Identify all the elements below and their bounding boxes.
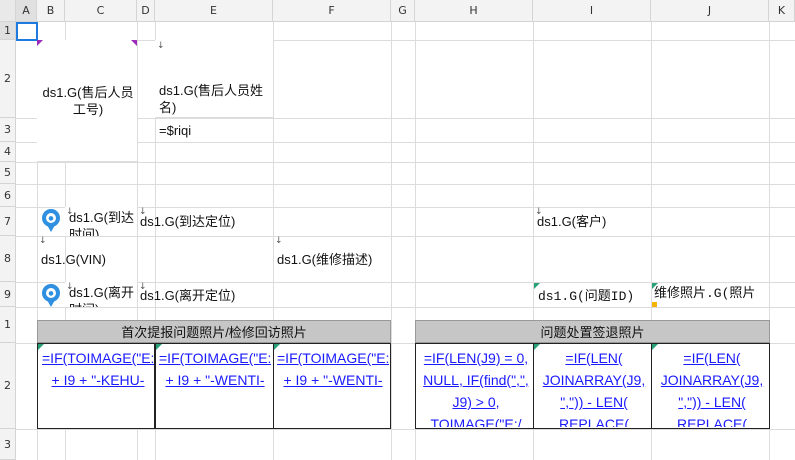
formula-text: =IF(LEN(J9) = 0, NULL, IF(find(",", J9) … <box>423 350 529 427</box>
cell-b2-merged[interactable]: ds1.G(售后人员工号) <box>37 40 138 162</box>
issue-id-field[interactable]: ds1.G(问题ID) <box>538 288 634 305</box>
row-header-10[interactable]: 1 <box>0 307 16 343</box>
row-header-4[interactable]: 4 <box>0 142 16 162</box>
formula-cell-j11[interactable]: =IF(LEN( JOINARRAY(J9, ",")) - LEN( REPL… <box>651 343 770 429</box>
customer-field[interactable]: ds1.G(客户) <box>537 213 606 230</box>
formula-text: =IF(TOIMAGE("E:/WP/CS/maintenance/" + I9… <box>42 350 154 388</box>
arrival-location-field[interactable]: ds1.G(到达定位) <box>140 213 235 230</box>
row-header-11[interactable]: 2 <box>0 343 16 429</box>
location-pin-icon: ● <box>42 209 60 232</box>
formula-text: =IF(TOIMAGE("E:/WP/CS/maintenance/" + I9… <box>277 350 389 388</box>
formula-cell-b11[interactable]: =IF(TOIMAGE("E:/WP/CS/maintenance/" + I9… <box>37 343 155 429</box>
employee-name-field: ds1.G(售后人员姓名) <box>159 83 264 115</box>
row-header-7[interactable]: 7 <box>0 207 16 236</box>
section-header-signout-photos: 问题处置签退照片 <box>415 320 770 343</box>
cell-c7[interactable]: ↓ ds1.G(到达时间) <box>65 207 137 236</box>
vin-field[interactable]: ds1.G(VIN) <box>41 251 106 268</box>
cell-e2[interactable]: ↓ ds1.G(售后人员姓名) <box>155 40 274 118</box>
formula-cell-e11[interactable]: =IF(TOIMAGE("E:/WP/CS/maintenance/" + I9… <box>155 343 274 429</box>
location-pin-icon: ● <box>42 284 60 307</box>
column-header-a[interactable]: A <box>16 0 37 22</box>
column-header-e[interactable]: E <box>155 0 273 22</box>
formula-cell-h11[interactable]: =IF(LEN(J9) = 0, NULL, IF(find(",", J9) … <box>415 343 534 429</box>
selected-cell-a1[interactable] <box>16 22 38 41</box>
row-header-12[interactable]: 3 <box>0 429 16 460</box>
row-header-9[interactable]: 9 <box>0 282 16 307</box>
row-header-2[interactable]: 2 <box>0 40 16 118</box>
formula-text: =IF(LEN( JOINARRAY(J9, ",")) - LEN( REPL… <box>660 350 764 427</box>
column-header-c[interactable]: C <box>65 0 137 22</box>
formula-text: =IF(TOIMAGE("E:/WP/CS/maintenance/" + I9… <box>159 350 271 388</box>
formula-text: =IF(LEN( JOINARRAY(J9, ",")) - LEN( REPL… <box>542 350 646 427</box>
row-header-8[interactable]: 8 <box>0 236 16 282</box>
column-header-f[interactable]: F <box>273 0 391 22</box>
arrival-time-field: ds1.G(到达时间) <box>69 210 135 236</box>
row-header-1[interactable]: 1 <box>0 22 16 40</box>
departure-location-field[interactable]: ds1.G(离开定位) <box>140 287 235 304</box>
column-header-d[interactable]: D <box>137 0 155 22</box>
column-header-h[interactable]: H <box>415 0 533 22</box>
repair-photo-field: 维修照片.G(照片 <box>654 286 756 301</box>
employee-id-field: ds1.G(售后人员工号) <box>42 85 134 117</box>
cell-c9[interactable]: ↓ ds1.G(离开时间) <box>65 282 137 307</box>
select-all-corner[interactable] <box>0 0 16 22</box>
formula-cell-f11[interactable]: =IF(TOIMAGE("E:/WP/CS/maintenance/" + I9… <box>273 343 391 429</box>
formula-cell-i11[interactable]: =IF(LEN( JOINARRAY(J9, ",")) - LEN( REPL… <box>533 343 652 429</box>
date-param-field[interactable]: =$riqi <box>159 122 191 139</box>
row-header-6[interactable]: 6 <box>0 184 16 207</box>
column-header-k[interactable]: K <box>769 0 795 22</box>
column-header-j[interactable]: J <box>651 0 769 22</box>
repair-description-field[interactable]: ds1.G(维修描述) <box>277 251 372 268</box>
column-header-b[interactable]: B <box>37 0 65 22</box>
column-header-g[interactable]: G <box>391 0 415 22</box>
cell-j9[interactable]: 维修照片.G(照片 <box>651 282 769 307</box>
departure-time-field: ds1.G(离开时间) <box>69 285 135 307</box>
row-header-3[interactable]: 3 <box>0 118 16 142</box>
row-header-5[interactable]: 5 <box>0 162 16 184</box>
column-header-i[interactable]: I <box>533 0 651 22</box>
section-header-initial-photos: 首次提报问题照片/检修回访照片 <box>37 320 391 343</box>
